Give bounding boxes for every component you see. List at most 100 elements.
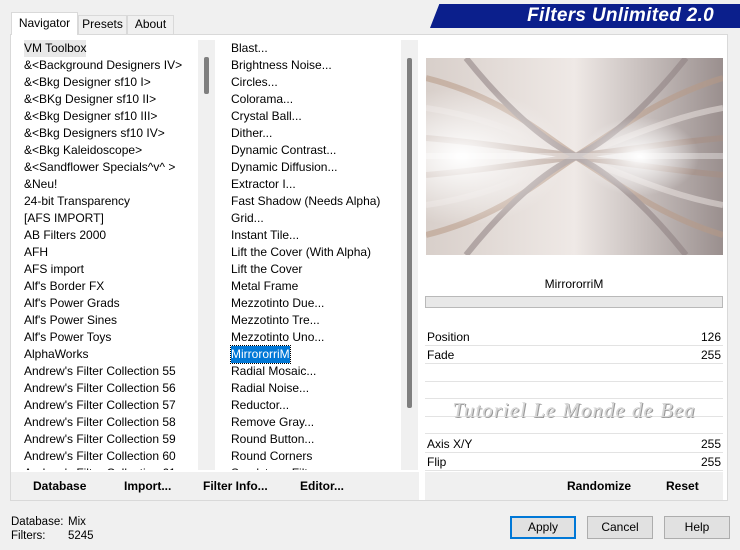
- category-item[interactable]: Alf's Power Sines: [22, 312, 198, 329]
- filter-info-button[interactable]: Filter Info...: [203, 479, 268, 493]
- param-empty-slot: [425, 382, 723, 399]
- filter-item[interactable]: Round Corners: [229, 448, 401, 465]
- category-item[interactable]: Andrew's Filter Collection 55: [22, 363, 198, 380]
- category-item[interactable]: [AFS IMPORT]: [22, 210, 198, 227]
- param-label: Fade: [427, 348, 455, 362]
- filter-item-label: Circles...: [231, 75, 278, 89]
- category-item[interactable]: AFH: [22, 244, 198, 261]
- filter-list[interactable]: Blast... Brightness Noise... Circles... Col…: [229, 40, 401, 470]
- category-item[interactable]: &<Sandflower Specials^v^ >: [22, 159, 198, 176]
- selected-filter-name: MirrororriM: [544, 277, 604, 291]
- category-item[interactable]: &<Bkg Designer sf10 III>: [22, 108, 198, 125]
- category-item-label: 24-bit Transparency: [24, 194, 131, 208]
- category-item[interactable]: Andrew's Filter Collection 60: [22, 448, 198, 465]
- filter-item[interactable]: Crystal Ball...: [229, 108, 401, 125]
- filter-item-selected[interactable]: MirrororriM: [229, 345, 401, 364]
- filter-item-label: Mezzotinto Tre...: [231, 313, 320, 327]
- watermark-text: Tutoriel Le Monde de Bea: [452, 398, 696, 422]
- param-axis-xy[interactable]: Axis X/Y 255: [425, 435, 723, 453]
- param-position[interactable]: Position 126: [425, 328, 723, 346]
- category-item[interactable]: Alf's Power Grads: [22, 295, 198, 312]
- category-item[interactable]: Andrew's Filter Collection 56: [22, 380, 198, 397]
- filter-item[interactable]: Radial Noise...: [229, 380, 401, 397]
- category-item[interactable]: AFS import: [22, 261, 198, 278]
- category-item[interactable]: &<Bkg Kaleidoscope>: [22, 142, 198, 159]
- category-item[interactable]: AlphaWorks: [22, 346, 198, 363]
- filter-item[interactable]: Dynamic Contrast...: [229, 142, 401, 159]
- filter-item[interactable]: Circles...: [229, 74, 401, 91]
- category-item[interactable]: Alf's Power Toys: [22, 329, 198, 346]
- param-flip[interactable]: Flip 255: [425, 453, 723, 471]
- category-item[interactable]: &Neu!: [22, 176, 198, 193]
- randomize-button[interactable]: Randomize: [567, 479, 631, 493]
- filters-count-label: Filters:: [11, 530, 46, 542]
- filter-item[interactable]: Metal Frame: [229, 278, 401, 295]
- category-item-label: VM Toolbox: [24, 40, 87, 57]
- filter-item[interactable]: Brightness Noise...: [229, 57, 401, 74]
- filter-item[interactable]: Sandstone Filter: [229, 465, 401, 470]
- filter-item[interactable]: Colorama...: [229, 91, 401, 108]
- filter-item[interactable]: Mezzotinto Tre...: [229, 312, 401, 329]
- param-fade[interactable]: Fade 255: [425, 346, 723, 364]
- category-item-label: &<Bkg Kaleidoscope>: [24, 143, 143, 157]
- category-item[interactable]: Andrew's Filter Collection 59: [22, 431, 198, 448]
- reset-button[interactable]: Reset: [666, 479, 699, 493]
- filter-item-label: Radial Mosaic...: [231, 364, 317, 378]
- filter-item-label: Grid...: [231, 211, 264, 225]
- filter-item[interactable]: Instant Tile...: [229, 227, 401, 244]
- category-item-label: &<Sandflower Specials^v^ >: [24, 160, 176, 174]
- category-item[interactable]: 24-bit Transparency: [22, 193, 198, 210]
- category-scrollbar-thumb[interactable]: [204, 57, 209, 94]
- filter-item[interactable]: Radial Mosaic...: [229, 363, 401, 380]
- tab-presets[interactable]: Presets: [78, 15, 127, 34]
- filter-item[interactable]: Lift the Cover (With Alpha): [229, 244, 401, 261]
- filter-item-label: Round Corners: [231, 449, 313, 463]
- category-item[interactable]: VM Toolbox: [22, 40, 198, 57]
- filter-item[interactable]: Grid...: [229, 210, 401, 227]
- category-item[interactable]: &<BKg Designer sf10 II>: [22, 91, 198, 108]
- apply-button[interactable]: Apply: [510, 516, 576, 539]
- tab-navigator[interactable]: Navigator: [11, 12, 78, 35]
- filter-item[interactable]: Dither...: [229, 125, 401, 142]
- filter-item[interactable]: Blast...: [229, 40, 401, 57]
- category-item[interactable]: Andrew's Filter Collection 58: [22, 414, 198, 431]
- category-item-label: Andrew's Filter Collection 59: [24, 432, 176, 446]
- cancel-button[interactable]: Cancel: [587, 516, 653, 539]
- filter-item-label: Radial Noise...: [231, 381, 310, 395]
- param-label: Position: [427, 330, 470, 344]
- category-item[interactable]: AB Filters 2000: [22, 227, 198, 244]
- category-item-label: AB Filters 2000: [24, 228, 107, 242]
- category-item[interactable]: Alf's Border FX: [22, 278, 198, 295]
- category-item[interactable]: Andrew's Filter Collection 61: [22, 465, 198, 470]
- tab-about[interactable]: About: [127, 15, 174, 34]
- param-toolbar: Randomize Reset: [425, 472, 723, 500]
- editor-button[interactable]: Editor...: [300, 479, 344, 493]
- category-item-label: &<Bkg Designers sf10 IV>: [24, 126, 165, 140]
- filter-item[interactable]: Reductor...: [229, 397, 401, 414]
- filter-item-label: Round Button...: [231, 432, 315, 446]
- category-item-label: Andrew's Filter Collection 57: [24, 398, 176, 412]
- filter-item-label: Sandstone Filter: [231, 466, 318, 470]
- category-list[interactable]: VM Toolbox &<Background Designers IV> &<Bk…: [22, 40, 198, 470]
- category-scrollbar[interactable]: [198, 40, 215, 470]
- filter-item[interactable]: Mezzotinto Due...: [229, 295, 401, 312]
- filter-item[interactable]: Lift the Cover: [229, 261, 401, 278]
- filter-item[interactable]: Round Button...: [229, 431, 401, 448]
- filter-item[interactable]: Extractor I...: [229, 176, 401, 193]
- category-item-label: &<BKg Designer sf10 II>: [24, 92, 157, 106]
- filter-scrollbar-thumb[interactable]: [407, 58, 412, 408]
- help-button[interactable]: Help: [664, 516, 730, 539]
- category-item[interactable]: &<Bkg Designers sf10 IV>: [22, 125, 198, 142]
- category-item[interactable]: Andrew's Filter Collection 57: [22, 397, 198, 414]
- filter-item[interactable]: Remove Gray...: [229, 414, 401, 431]
- filter-scrollbar[interactable]: [401, 40, 418, 470]
- filter-item[interactable]: Dynamic Diffusion...: [229, 159, 401, 176]
- database-button[interactable]: Database: [33, 479, 86, 493]
- import-button[interactable]: Import...: [124, 479, 171, 493]
- category-item[interactable]: &<Background Designers IV>: [22, 57, 198, 74]
- filter-item[interactable]: Mezzotinto Uno...: [229, 329, 401, 346]
- filter-item-label: Extractor I...: [231, 177, 296, 191]
- filter-item[interactable]: Fast Shadow (Needs Alpha): [229, 193, 401, 210]
- category-item[interactable]: &<Bkg Designer sf10 I>: [22, 74, 198, 91]
- filter-progress-bar: [425, 296, 723, 308]
